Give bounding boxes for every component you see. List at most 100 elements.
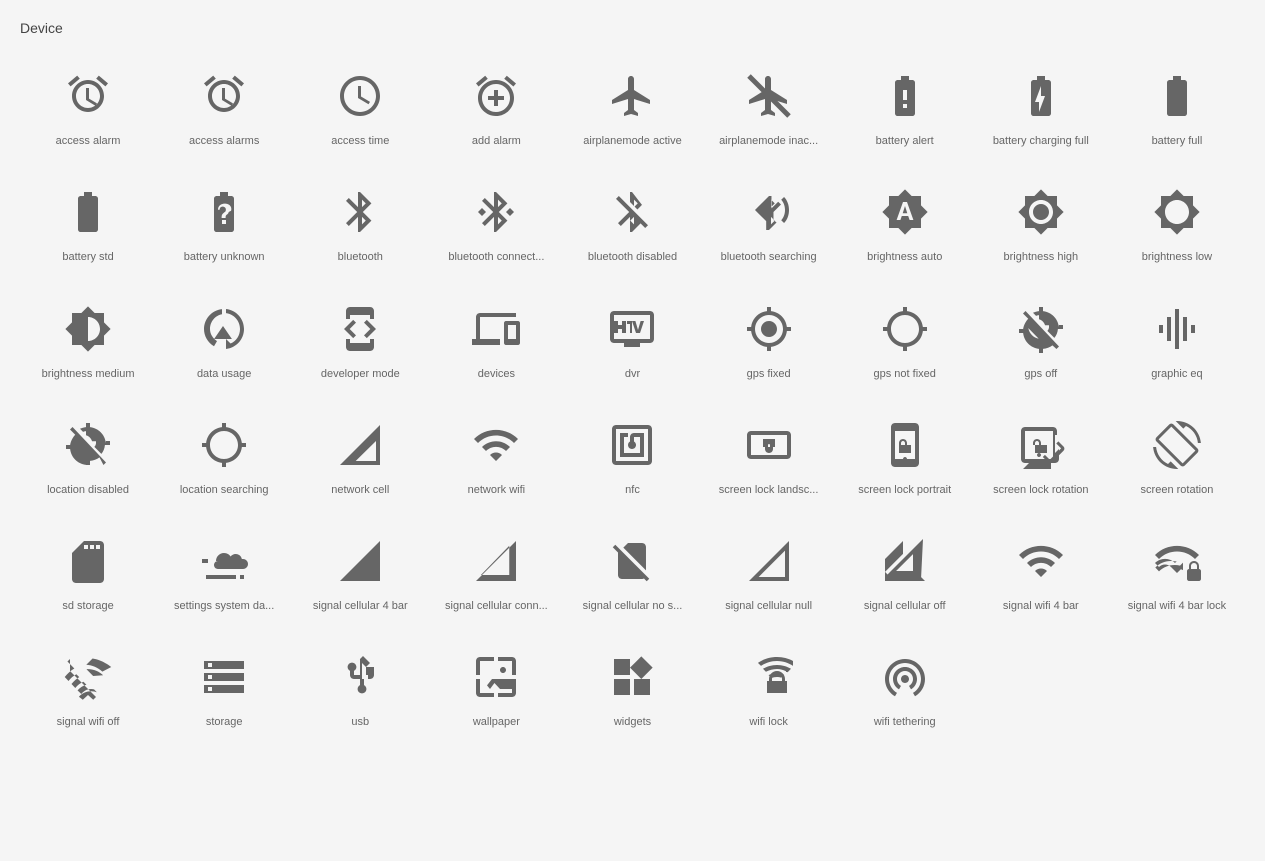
page-title: Device xyxy=(20,20,1245,36)
list-item: airplanemode inac... xyxy=(701,56,837,162)
list-item: network wifi xyxy=(428,405,564,511)
icon-label: signal cellular 4 bar xyxy=(313,599,408,613)
list-item: settings system da... xyxy=(156,521,292,627)
list-item: network cell xyxy=(292,405,428,511)
storage-icon xyxy=(194,647,254,707)
icon-grid: access alarm access alarms access time a… xyxy=(20,56,1245,744)
list-item: bluetooth connect... xyxy=(428,172,564,278)
list-item: gps not fixed xyxy=(837,289,973,395)
list-item: signal wifi off xyxy=(20,637,156,743)
data-usage-icon xyxy=(194,299,254,359)
access-alarms-icon xyxy=(194,66,254,126)
icon-label: battery alert xyxy=(876,134,934,148)
icon-label: developer mode xyxy=(321,367,400,381)
dvr-icon xyxy=(602,299,662,359)
bluetooth-connected-icon xyxy=(466,182,526,242)
icon-label: gps fixed xyxy=(747,367,791,381)
settings-system-daydream-icon xyxy=(194,531,254,591)
icon-label: access time xyxy=(331,134,389,148)
list-item: gps fixed xyxy=(701,289,837,395)
icon-label: location disabled xyxy=(47,483,129,497)
wifi-tethering-icon xyxy=(875,647,935,707)
signal-wifi-4bar-icon xyxy=(1011,531,1071,591)
list-item: sd storage xyxy=(20,521,156,627)
network-wifi-icon xyxy=(466,415,526,475)
battery-full-icon xyxy=(1147,66,1207,126)
icon-label: signal cellular no s... xyxy=(583,599,683,613)
icon-label: signal wifi off xyxy=(57,715,120,729)
icon-label: screen lock portrait xyxy=(858,483,951,497)
list-item: signal cellular off xyxy=(837,521,973,627)
list-item: brightness low xyxy=(1109,172,1245,278)
access-alarm-icon xyxy=(58,66,118,126)
icon-label: access alarm xyxy=(56,134,121,148)
icon-label: signal wifi 4 bar lock xyxy=(1128,599,1226,613)
icon-label: nfc xyxy=(625,483,640,497)
gps-fixed-icon xyxy=(739,299,799,359)
icon-label: widgets xyxy=(614,715,651,729)
icon-label: graphic eq xyxy=(1151,367,1202,381)
icon-label: add alarm xyxy=(472,134,521,148)
battery-alert-icon xyxy=(875,66,935,126)
icon-label: screen rotation xyxy=(1141,483,1214,497)
icon-label: airplanemode inac... xyxy=(719,134,818,148)
icon-label: screen lock landsc... xyxy=(719,483,819,497)
list-item: signal cellular null xyxy=(701,521,837,627)
list-item: brightness medium xyxy=(20,289,156,395)
developer-mode-icon xyxy=(330,299,390,359)
list-item: screen lock landsc... xyxy=(701,405,837,511)
list-item: add alarm xyxy=(428,56,564,162)
widgets-icon xyxy=(602,647,662,707)
list-item: widgets xyxy=(564,637,700,743)
add-alarm-icon xyxy=(466,66,526,126)
icon-label: bluetooth xyxy=(338,250,383,264)
list-item: brightness high xyxy=(973,172,1109,278)
icon-label: gps not fixed xyxy=(874,367,936,381)
list-item: graphic eq xyxy=(1109,289,1245,395)
signal-wifi-4bar-lock-icon xyxy=(1147,531,1207,591)
signal-cellular-null-icon xyxy=(739,531,799,591)
icon-label: wifi tethering xyxy=(874,715,936,729)
brightness-medium-icon xyxy=(58,299,118,359)
icon-label: data usage xyxy=(197,367,251,381)
list-item: airplanemode active xyxy=(564,56,700,162)
list-item: gps off xyxy=(973,289,1109,395)
brightness-high-icon xyxy=(1011,182,1071,242)
list-item: signal cellular conn... xyxy=(428,521,564,627)
icon-label: signal wifi 4 bar xyxy=(1003,599,1079,613)
icon-label: brightness auto xyxy=(867,250,942,264)
list-item: signal cellular no s... xyxy=(564,521,700,627)
screen-lock-rotation-icon xyxy=(1011,415,1071,475)
gps-off-icon xyxy=(1011,299,1071,359)
screen-lock-landscape-icon xyxy=(739,415,799,475)
list-item: bluetooth searching xyxy=(701,172,837,278)
icon-label: sd storage xyxy=(62,599,113,613)
icon-label: wifi lock xyxy=(749,715,788,729)
icon-label: settings system da... xyxy=(174,599,274,613)
bluetooth-searching-icon xyxy=(739,182,799,242)
list-item: dvr xyxy=(564,289,700,395)
list-item: storage xyxy=(156,637,292,743)
icon-label: battery full xyxy=(1152,134,1203,148)
screen-lock-portrait-icon xyxy=(875,415,935,475)
access-time-icon xyxy=(330,66,390,126)
list-item: wifi lock xyxy=(701,637,837,743)
icon-label: bluetooth searching xyxy=(721,250,817,264)
icon-label: signal cellular conn... xyxy=(445,599,548,613)
icon-label: screen lock rotation xyxy=(993,483,1088,497)
gps-not-fixed-icon xyxy=(875,299,935,359)
airplanemode-active-icon xyxy=(602,66,662,126)
location-searching-icon xyxy=(194,415,254,475)
signal-cellular-no-sim-icon xyxy=(602,531,662,591)
nfc-icon xyxy=(602,415,662,475)
icon-label: battery unknown xyxy=(184,250,265,264)
brightness-low-icon xyxy=(1147,182,1207,242)
sd-storage-icon xyxy=(58,531,118,591)
list-item: devices xyxy=(428,289,564,395)
icon-label: brightness low xyxy=(1142,250,1212,264)
icon-label: bluetooth disabled xyxy=(588,250,677,264)
list-item: access time xyxy=(292,56,428,162)
list-item: bluetooth xyxy=(292,172,428,278)
icon-label: access alarms xyxy=(189,134,259,148)
icon-label: signal cellular null xyxy=(725,599,812,613)
